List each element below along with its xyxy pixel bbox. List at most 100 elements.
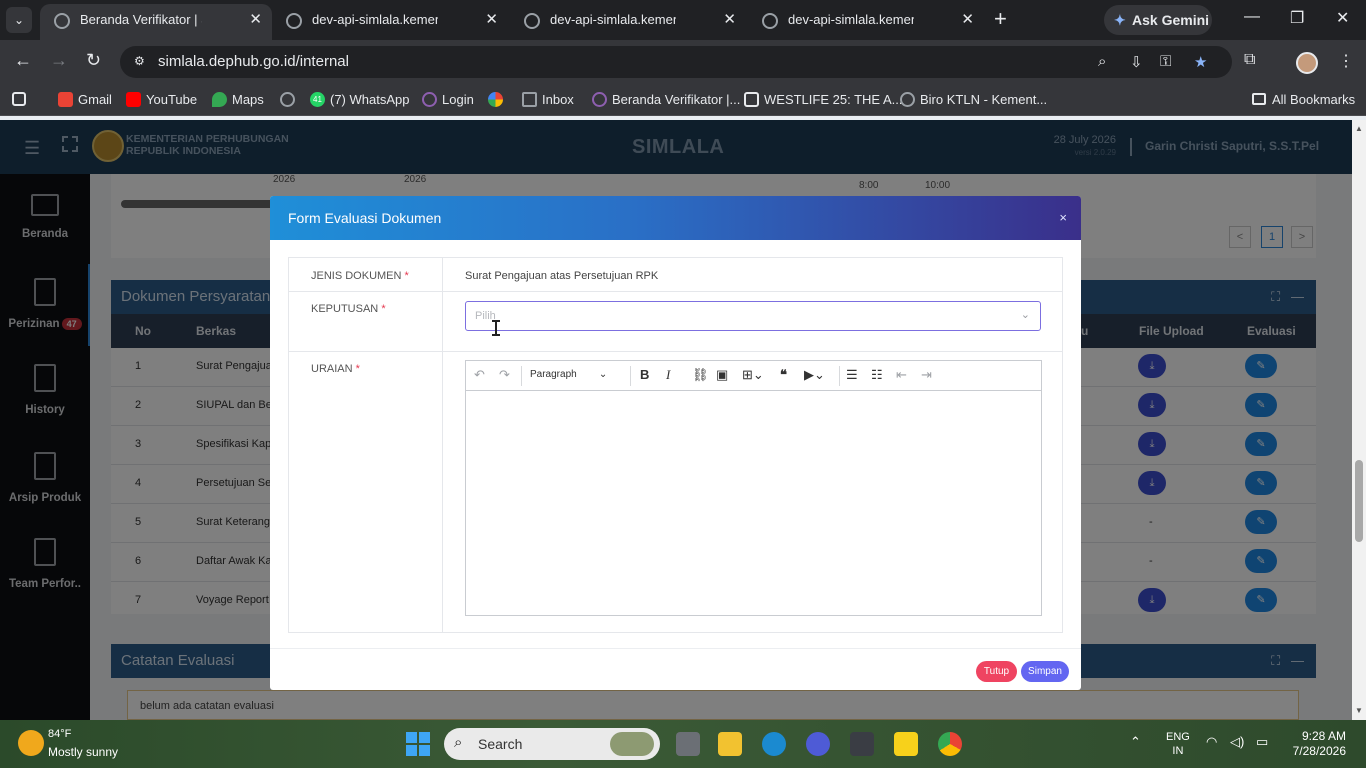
youtube-icon bbox=[126, 92, 141, 107]
bookmark-login[interactable]: Login bbox=[422, 92, 474, 107]
all-bookmarks-button[interactable]: All Bookmarks bbox=[1252, 92, 1355, 107]
tab-title: dev-api-simlala.kemenhub.go.id bbox=[788, 12, 914, 27]
globe-icon bbox=[762, 13, 778, 29]
address-bar[interactable]: ⚙ simlala.dephub.go.id/internal ⌕ ⇩ ⚿ ★ bbox=[120, 46, 1232, 78]
scroll-up-icon[interactable]: ▲ bbox=[1355, 124, 1363, 133]
table-icon[interactable]: ⊞⌄ bbox=[742, 367, 764, 383]
bookmark-inbox[interactable]: Inbox bbox=[522, 92, 574, 107]
new-tab-button[interactable]: + bbox=[994, 6, 1007, 32]
chrome-menu-icon[interactable]: ⋮ bbox=[1338, 51, 1354, 71]
close-tab-icon[interactable]: ✕ bbox=[723, 4, 736, 36]
italic-icon[interactable]: I bbox=[666, 367, 670, 383]
sticky-notes-icon[interactable] bbox=[894, 732, 918, 756]
bold-icon[interactable]: B bbox=[640, 367, 649, 382]
media-embed-icon[interactable]: ▶⌄ bbox=[804, 367, 825, 383]
numbered-list-icon[interactable]: ☷ bbox=[871, 367, 883, 383]
reload-icon[interactable]: ↻ bbox=[86, 50, 101, 71]
browser-tab[interactable]: dev-api-simlala.kemenhub.go.id ✕ bbox=[510, 4, 746, 40]
site-settings-icon[interactable]: ⚙ bbox=[134, 54, 150, 68]
outdent-icon[interactable]: ⇤ bbox=[896, 367, 907, 383]
link-icon[interactable]: ⛓ bbox=[692, 367, 709, 383]
profile-avatar[interactable] bbox=[1296, 52, 1318, 74]
close-window-icon[interactable]: ✕ bbox=[1336, 8, 1349, 28]
edge-icon[interactable] bbox=[762, 732, 786, 756]
close-tab-icon[interactable]: ✕ bbox=[249, 4, 262, 36]
keputusan-select[interactable]: Pilih ⌄ bbox=[465, 301, 1041, 331]
block-format-dropdown[interactable]: Paragraph ⌄ bbox=[530, 369, 607, 380]
browser-tab-active[interactable]: Beranda Verifikator | SimLala ✕ bbox=[40, 4, 272, 40]
wifi-icon[interactable]: ◠ bbox=[1206, 734, 1217, 750]
camera-icon[interactable] bbox=[850, 732, 874, 756]
globe-icon bbox=[524, 13, 540, 29]
indent-icon[interactable]: ⇥ bbox=[921, 367, 932, 383]
bulleted-list-icon[interactable]: ☰ bbox=[846, 367, 858, 383]
ask-gemini-button[interactable]: ✦ Ask Gemini bbox=[1104, 5, 1212, 35]
modal-footer-divider bbox=[270, 648, 1081, 649]
redo-icon[interactable]: ↷ bbox=[499, 367, 510, 383]
search-highlight-image bbox=[610, 732, 654, 756]
save-button[interactable]: Simpan bbox=[1021, 661, 1069, 682]
task-view-icon[interactable] bbox=[676, 732, 700, 756]
extensions-icon[interactable]: ⧉ bbox=[1244, 51, 1255, 69]
battery-icon[interactable]: ▭ bbox=[1256, 734, 1268, 750]
copilot-icon[interactable] bbox=[806, 732, 830, 756]
restore-window-icon[interactable]: ❐ bbox=[1290, 8, 1304, 28]
windows-start-icon[interactable] bbox=[406, 732, 430, 756]
show-hidden-icons-chevron-icon[interactable]: ⌃ bbox=[1130, 734, 1141, 750]
bookmark-gmail[interactable]: Gmail bbox=[58, 92, 112, 107]
bookmark-beranda[interactable]: Beranda Verifikator |... bbox=[592, 92, 740, 107]
bookmarks-bar: Gmail YouTube Maps 41 (7) WhatsApp Login … bbox=[0, 84, 1366, 116]
tab-search-button[interactable]: ⌄ bbox=[6, 7, 32, 33]
whatsapp-icon: 41 bbox=[310, 92, 325, 107]
volume-icon[interactable]: ◁) bbox=[1230, 734, 1244, 750]
scrollbar-thumb[interactable] bbox=[1355, 460, 1363, 542]
file-explorer-icon[interactable] bbox=[718, 732, 742, 756]
form-divider bbox=[442, 258, 443, 632]
globe-icon bbox=[286, 13, 302, 29]
insert-image-icon[interactable]: ▣ bbox=[716, 367, 728, 383]
close-tab-icon[interactable]: ✕ bbox=[485, 4, 498, 36]
taskbar-search[interactable]: ⌕ Search bbox=[444, 728, 660, 760]
editor-content-area[interactable] bbox=[466, 391, 1041, 615]
keputusan-label: KEPUTUSAN * bbox=[311, 303, 386, 315]
password-key-icon[interactable]: ⚿ bbox=[1160, 53, 1171, 70]
globe-icon bbox=[900, 92, 915, 107]
page-scrollbar[interactable]: ▲ ▼ bbox=[1352, 120, 1366, 720]
system-clock[interactable]: 9:28 AM 7/28/2026 bbox=[1290, 729, 1346, 759]
bookmark-maps[interactable]: Maps bbox=[212, 92, 264, 107]
undo-icon[interactable]: ↶ bbox=[474, 367, 485, 383]
scroll-down-icon[interactable]: ▼ bbox=[1355, 706, 1363, 715]
minimize-window-icon[interactable]: — bbox=[1244, 8, 1260, 26]
bookmark-star-icon[interactable]: ★ bbox=[1194, 53, 1207, 71]
browser-tab-strip: ⌄ Beranda Verifikator | SimLala ✕ dev-ap… bbox=[0, 0, 1366, 40]
bookmark-youtube[interactable]: YouTube bbox=[126, 92, 197, 107]
maps-icon bbox=[212, 92, 227, 107]
modal-header: Form Evaluasi Dokumen × bbox=[270, 196, 1081, 240]
toolbar-separator bbox=[630, 366, 631, 386]
weather-sun-icon[interactable] bbox=[18, 730, 44, 756]
document-site-icon bbox=[744, 92, 759, 107]
address-url[interactable]: simlala.dephub.go.id/internal bbox=[158, 53, 349, 70]
input-language[interactable]: ENG IN bbox=[1166, 730, 1190, 758]
close-tab-icon[interactable]: ✕ bbox=[961, 4, 974, 36]
chrome-icon[interactable] bbox=[938, 732, 962, 756]
globe-icon bbox=[54, 13, 70, 29]
modal-title: Form Evaluasi Dokumen bbox=[288, 210, 442, 226]
back-arrow-icon[interactable]: ← bbox=[14, 50, 32, 71]
install-app-icon[interactable]: ⇩ bbox=[1130, 53, 1143, 71]
browser-tab[interactable]: dev-api-simlala.kemenhub.go.id ✕ bbox=[272, 4, 508, 40]
weather-description[interactable]: Mostly sunny bbox=[48, 745, 118, 759]
close-button[interactable]: Tutup bbox=[976, 661, 1017, 682]
bookmark-westlife[interactable]: WESTLIFE 25: THE A... bbox=[744, 92, 902, 107]
toolbar-separator bbox=[839, 366, 840, 386]
bookmark-whatsapp[interactable]: 41 (7) WhatsApp bbox=[310, 92, 409, 107]
forward-arrow-icon[interactable]: → bbox=[50, 50, 68, 71]
browser-tab[interactable]: dev-api-simlala.kemenhub.go.id ✕ bbox=[748, 4, 984, 40]
bookmark-biro-ktln[interactable]: Biro KTLN - Kement... bbox=[900, 92, 1047, 107]
close-icon[interactable]: × bbox=[1059, 210, 1067, 225]
toolbar-separator bbox=[521, 366, 522, 386]
windows-taskbar: 84°F Mostly sunny ⌕ Search ⌃ ENG IN ◠ ◁)… bbox=[0, 720, 1366, 768]
blockquote-icon[interactable]: ❝ bbox=[780, 367, 787, 383]
weather-temperature[interactable]: 84°F bbox=[48, 728, 71, 740]
zoom-icon[interactable]: ⌕ bbox=[1098, 53, 1106, 70]
